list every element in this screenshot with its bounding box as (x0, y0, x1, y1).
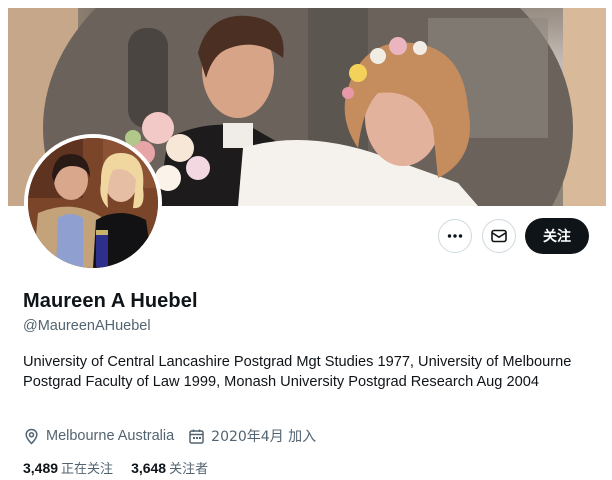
location-pin-icon (25, 428, 38, 445)
envelope-icon (491, 229, 507, 243)
follow-button[interactable]: 关注 (525, 218, 589, 254)
followers-label: 关注者 (169, 462, 209, 477)
profile-meta: Melbourne Australia 2020年4月 加入 (23, 426, 330, 446)
following-count: 3,489 (23, 460, 59, 476)
follow-stats: 3,489 正在关注 3,648 关注者 (23, 458, 226, 477)
display-name: Maureen A Huebel (23, 290, 198, 312)
more-horizontal-icon (447, 234, 463, 238)
profile-avatar[interactable] (24, 134, 162, 272)
location-text: Melbourne Australia (46, 428, 175, 444)
followers-link[interactable]: 3,648 关注者 (131, 458, 208, 477)
followers-count: 3,648 (131, 460, 167, 476)
location-item: Melbourne Australia (23, 428, 174, 445)
profile-page: 关注 Maureen A Huebel @MaureenAHuebel Univ… (0, 0, 612, 480)
join-date-item: 2020年4月 加入 (188, 426, 316, 446)
more-options-button[interactable] (438, 219, 472, 253)
calendar-icon (189, 429, 204, 444)
follow-button-label: 关注 (543, 229, 571, 245)
following-label: 正在关注 (61, 462, 114, 477)
profile-bio: University of Central Lancashire Postgra… (23, 354, 572, 390)
user-handle: @MaureenAHuebel (23, 318, 151, 334)
following-link[interactable]: 3,489 正在关注 (23, 458, 113, 477)
join-date-text: 2020年4月 加入 (211, 429, 317, 445)
message-button[interactable] (482, 219, 516, 253)
